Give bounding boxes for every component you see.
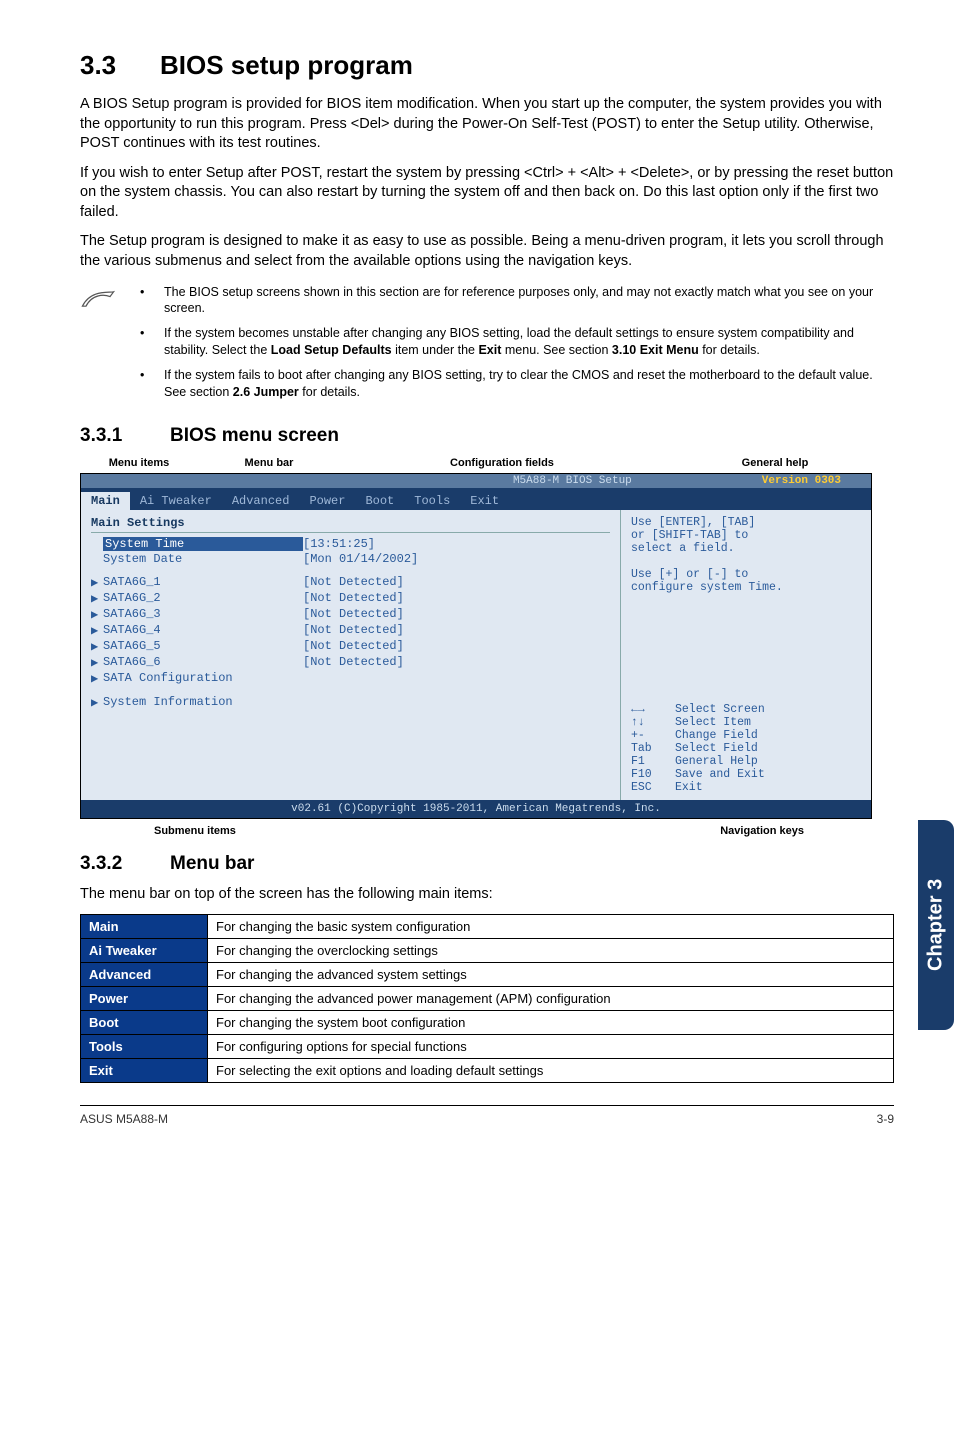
bios-sata-row[interactable]: ▶SATA6G_2[Not Detected] <box>91 591 610 606</box>
footer-page-number: 3-9 <box>877 1112 894 1126</box>
bios-help-line: or [SHIFT-TAB] to <box>631 529 861 542</box>
table-desc-cell: For changing the advanced power manageme… <box>208 987 894 1011</box>
bios-copyright: v02.61 (C)Copyright 1985-2011, American … <box>81 800 871 818</box>
section-heading: 3.3BIOS setup program <box>80 50 894 81</box>
bios-title: M5A88-M BIOS Setup <box>81 475 762 487</box>
menubar-intro: The menu bar on top of the screen has th… <box>80 885 894 905</box>
label-general-help: General help <box>660 457 890 469</box>
label-menu-bar: Menu bar <box>194 457 344 469</box>
paragraph: The Setup program is designed to make it… <box>80 232 894 271</box>
bios-sata-row[interactable]: ▶SATA6G_4[Not Detected] <box>91 623 610 638</box>
bios-nav-key: ESCExit <box>631 781 861 794</box>
bios-setting-row[interactable]: System Date[Mon 01/14/2002] <box>91 552 610 566</box>
table-desc-cell: For changing the system boot configurati… <box>208 1011 894 1035</box>
table-row: ExitFor selecting the exit options and l… <box>81 1059 894 1083</box>
subsection-title: Menu bar <box>170 853 254 874</box>
note-item: •If the system fails to boot after chang… <box>140 367 894 401</box>
table-header-cell: Tools <box>81 1035 208 1059</box>
bios-group-title: Main Settings <box>91 516 610 533</box>
footer-left: ASUS M5A88-M <box>80 1112 168 1126</box>
subsection-heading: 3.3.1BIOS menu screen <box>80 425 894 447</box>
bios-tab-power[interactable]: Power <box>299 492 355 510</box>
bios-left-pane: Main Settings System Time[13:51:25]Syste… <box>81 510 620 800</box>
bios-submenu-row[interactable]: ▶System Information <box>91 695 610 710</box>
table-header-cell: Boot <box>81 1011 208 1035</box>
bios-sata-row[interactable]: ▶SATA6G_6[Not Detected] <box>91 655 610 670</box>
paragraph: A BIOS Setup program is provided for BIO… <box>80 95 894 154</box>
table-header-cell: Exit <box>81 1059 208 1083</box>
table-row: MainFor changing the basic system config… <box>81 915 894 939</box>
bios-top-labels: Menu items Menu bar Configuration fields… <box>80 457 894 473</box>
bios-nav-key: ↑↓Select Item <box>631 716 861 729</box>
bios-nav-key: TabSelect Field <box>631 742 861 755</box>
bios-help-line <box>631 555 861 568</box>
bios-help-line: select a field. <box>631 542 861 555</box>
subsection-number: 3.3.1 <box>80 425 170 447</box>
bios-tab-exit[interactable]: Exit <box>460 492 509 510</box>
table-desc-cell: For selecting the exit options and loadi… <box>208 1059 894 1083</box>
note-icon <box>80 284 140 409</box>
bios-tab-boot[interactable]: Boot <box>355 492 404 510</box>
label-submenu-items: Submenu items <box>84 825 236 837</box>
bios-help-line: Use [+] or [-] to <box>631 568 861 581</box>
label-navigation-keys: Navigation keys <box>720 825 874 837</box>
menubar-table: MainFor changing the basic system config… <box>80 914 894 1083</box>
table-header-cell: Ai Tweaker <box>81 939 208 963</box>
label-config-fields: Configuration fields <box>344 457 660 469</box>
bios-nav-key: F1General Help <box>631 755 861 768</box>
table-row: AdvancedFor changing the advanced system… <box>81 963 894 987</box>
table-header-cell: Power <box>81 987 208 1011</box>
chapter-side-tab: Chapter 3 <box>918 820 954 1030</box>
table-row: PowerFor changing the advanced power man… <box>81 987 894 1011</box>
note-block: •The BIOS setup screens shown in this se… <box>80 284 894 409</box>
bios-submenu-row[interactable]: ▶SATA Configuration <box>91 671 610 686</box>
table-row: ToolsFor configuring options for special… <box>81 1035 894 1059</box>
paragraph: If you wish to enter Setup after POST, r… <box>80 164 894 223</box>
table-desc-cell: For changing the overclocking settings <box>208 939 894 963</box>
note-item: •If the system becomes unstable after ch… <box>140 325 894 359</box>
table-row: Ai TweakerFor changing the overclocking … <box>81 939 894 963</box>
bios-nav-key: F10Save and Exit <box>631 768 861 781</box>
bios-version: Version 0303 <box>762 475 871 487</box>
page-footer: ASUS M5A88-M 3-9 <box>80 1105 894 1126</box>
label-menu-items: Menu items <box>84 457 194 469</box>
bios-help-pane: Use [ENTER], [TAB]or [SHIFT-TAB] toselec… <box>620 510 871 800</box>
bios-sata-row[interactable]: ▶SATA6G_5[Not Detected] <box>91 639 610 654</box>
bios-tab-ai-tweaker[interactable]: Ai Tweaker <box>130 492 222 510</box>
bios-sata-row[interactable]: ▶SATA6G_3[Not Detected] <box>91 607 610 622</box>
note-list: •The BIOS setup screens shown in this se… <box>140 284 894 409</box>
section-number: 3.3 <box>80 50 160 81</box>
table-row: BootFor changing the system boot configu… <box>81 1011 894 1035</box>
bios-tab-advanced[interactable]: Advanced <box>222 492 300 510</box>
bios-nav-key: ←→Select Screen <box>631 703 861 716</box>
bios-sata-row[interactable]: ▶SATA6G_1[Not Detected] <box>91 575 610 590</box>
note-item: •The BIOS setup screens shown in this se… <box>140 284 894 318</box>
table-desc-cell: For changing the basic system configurat… <box>208 915 894 939</box>
bios-tab-main[interactable]: Main <box>81 492 130 510</box>
bios-tab-tools[interactable]: Tools <box>404 492 460 510</box>
section-title: BIOS setup program <box>160 50 413 80</box>
subsection-heading: 3.3.2Menu bar <box>80 853 894 875</box>
bios-nav-key: +-Change Field <box>631 729 861 742</box>
bios-bottom-labels: Submenu items Navigation keys <box>80 819 878 837</box>
table-desc-cell: For changing the advanced system setting… <box>208 963 894 987</box>
table-header-cell: Main <box>81 915 208 939</box>
bios-help-line: configure system Time. <box>631 581 861 594</box>
table-desc-cell: For configuring options for special func… <box>208 1035 894 1059</box>
bios-setting-row[interactable]: System Time[13:51:25] <box>91 537 610 551</box>
bios-help-line: Use [ENTER], [TAB] <box>631 516 861 529</box>
bios-screenshot: M5A88-M BIOS Setup Version 0303 MainAi T… <box>80 473 872 819</box>
subsection-number: 3.3.2 <box>80 853 170 875</box>
table-header-cell: Advanced <box>81 963 208 987</box>
subsection-title: BIOS menu screen <box>170 425 339 446</box>
